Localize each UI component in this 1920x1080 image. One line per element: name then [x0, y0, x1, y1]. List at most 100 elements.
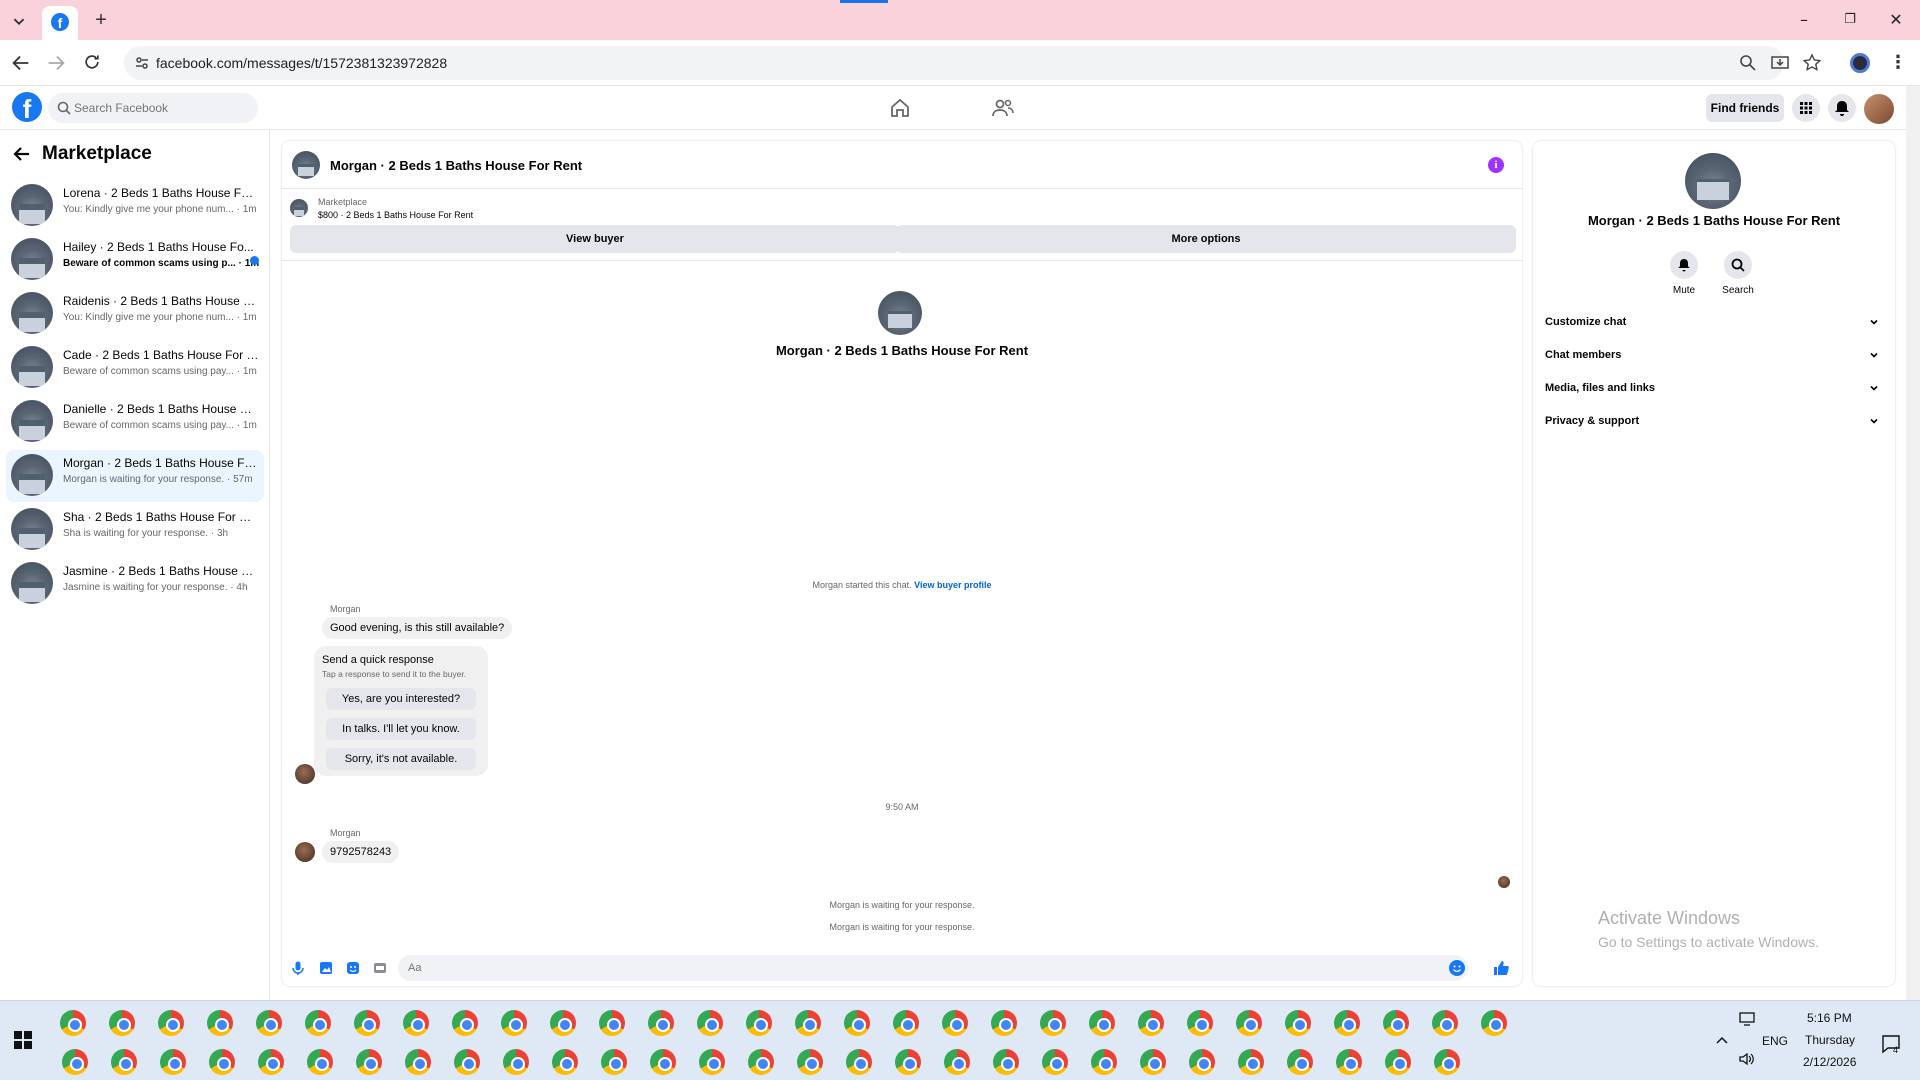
taskbar-app-icon[interactable] — [258, 1049, 284, 1075]
microphone-icon[interactable] — [290, 960, 306, 976]
taskbar-app-icon[interactable] — [1187, 1010, 1213, 1036]
taskbar-app-icon[interactable] — [160, 1049, 186, 1075]
notification-center-icon[interactable] — [1880, 1033, 1902, 1055]
quick-reply-in-talks-button[interactable]: In talks. I'll let you know. — [326, 718, 476, 740]
taskbar-app-icon[interactable] — [697, 1010, 723, 1036]
taskbar-app-icon[interactable] — [405, 1049, 431, 1075]
taskbar-app-icon[interactable] — [944, 1049, 970, 1075]
taskbar-app-icon[interactable] — [1383, 1010, 1409, 1036]
search-action[interactable]: Search — [1718, 251, 1758, 296]
taskbar-app-icon[interactable] — [1287, 1049, 1313, 1075]
info-icon[interactable]: i — [1488, 157, 1504, 173]
back-arrow-icon[interactable] — [12, 144, 32, 164]
address-bar[interactable]: facebook.com/messages/t/1572381323972828 — [124, 46, 1822, 80]
taskbar-app-icon[interactable] — [503, 1049, 529, 1075]
conversation-item[interactable]: Raidenis · 2 Beds 1 Baths House Fo... You… — [6, 288, 264, 340]
account-avatar[interactable] — [1864, 94, 1894, 124]
bookmark-star-icon[interactable] — [1802, 53, 1822, 73]
conversation-item[interactable]: Cade · 2 Beds 1 Baths House For R... Bewa… — [6, 342, 264, 394]
quick-reply-not-available-button[interactable]: Sorry, it's not available. — [326, 748, 476, 770]
taskbar-app-icon[interactable] — [550, 1010, 576, 1036]
taskbar-app-icon[interactable] — [1040, 1010, 1066, 1036]
restore-button[interactable]: ❐ — [1836, 8, 1864, 32]
taskbar-app-icon[interactable] — [746, 1010, 772, 1036]
taskbar-app-icon[interactable] — [454, 1049, 480, 1075]
volume-icon[interactable] — [1738, 1051, 1756, 1067]
bell-icon[interactable] — [1670, 251, 1698, 279]
browser-menu-icon[interactable]: ⋮ — [1888, 52, 1908, 74]
taskbar-app-icon[interactable] — [256, 1010, 282, 1036]
taskbar-app-icon[interactable] — [795, 1010, 821, 1036]
conversation-item[interactable]: Hailey · 2 Beds 1 Baths House Fo... Bewar… — [6, 234, 264, 286]
more-options-button[interactable]: More options — [896, 225, 1516, 253]
taskbar-app-icon[interactable] — [1285, 1010, 1311, 1036]
taskbar-app-icon[interactable] — [1140, 1049, 1166, 1075]
taskbar-app-icon[interactable] — [648, 1010, 674, 1036]
sticker-icon[interactable] — [345, 960, 361, 976]
language-indicator[interactable]: ENG — [1762, 1034, 1788, 1048]
taskbar-app-icon[interactable] — [650, 1049, 676, 1075]
chat-members-section[interactable]: Chat members — [1545, 342, 1885, 368]
reload-button[interactable] — [82, 52, 104, 74]
taskbar-app-icon[interactable] — [1138, 1010, 1164, 1036]
taskbar-app-icon[interactable] — [1089, 1010, 1115, 1036]
intro-avatar[interactable] — [878, 291, 922, 335]
show-hidden-icons-chevron-icon[interactable] — [1714, 1033, 1730, 1049]
clock-day[interactable]: Thursday — [1805, 1033, 1855, 1047]
message-bubble[interactable]: 9792578243 — [322, 841, 400, 863]
friends-icon[interactable] — [991, 96, 1015, 120]
view-buyer-profile-link[interactable]: View buyer profile — [914, 580, 991, 590]
taskbar-app-icon[interactable] — [1336, 1049, 1362, 1075]
clock-time[interactable]: 5:16 PM — [1807, 1011, 1852, 1025]
taskbar-app-icon[interactable] — [699, 1049, 725, 1075]
notifications-bell-icon[interactable] — [1828, 94, 1856, 122]
conversation-item[interactable]: Danielle · 2 Beds 1 Baths House Fo... Bew… — [6, 396, 264, 448]
customize-chat-section[interactable]: Customize chat — [1545, 309, 1885, 335]
conversation-item[interactable]: Morgan · 2 Beds 1 Baths House Fo... Morga… — [6, 450, 264, 502]
taskbar-app-icon[interactable] — [895, 1049, 921, 1075]
browser-tab-facebook[interactable]: f — [42, 6, 78, 40]
view-buyer-button[interactable]: View buyer — [290, 225, 900, 253]
taskbar-app-icon[interactable] — [501, 1010, 527, 1036]
media-files-links-section[interactable]: Media, files and links — [1545, 375, 1885, 401]
taskbar-app-icon[interactable] — [601, 1049, 627, 1075]
new-tab-button[interactable]: + — [90, 9, 112, 31]
sender-avatar[interactable] — [295, 764, 315, 784]
taskbar-app-icon[interactable] — [599, 1010, 625, 1036]
clock-date[interactable]: 2/12/2026 — [1803, 1055, 1856, 1069]
search-input[interactable] — [74, 97, 250, 119]
message-bubble[interactable]: Good evening, is this still available? — [322, 617, 513, 639]
taskbar-app-icon[interactable] — [307, 1049, 333, 1075]
taskbar-app-icon[interactable] — [60, 1010, 86, 1036]
conversation-item[interactable]: Sha · 2 Beds 1 Baths House For Rent Sha i… — [6, 504, 264, 556]
find-friends-button[interactable]: Find friends — [1706, 94, 1784, 122]
taskbar-app-icon[interactable] — [1236, 1010, 1262, 1036]
taskbar-app-icon[interactable] — [109, 1010, 135, 1036]
tab-search-chevron-icon[interactable] — [8, 10, 30, 32]
browser-profile-avatar[interactable] — [1850, 53, 1870, 73]
taskbar-app-icon[interactable] — [844, 1010, 870, 1036]
taskbar-app-icon[interactable] — [209, 1049, 235, 1075]
facebook-search[interactable] — [48, 93, 258, 123]
forward-button[interactable] — [45, 52, 67, 74]
back-button[interactable] — [10, 52, 32, 74]
taskbar-app-icon[interactable] — [1334, 1010, 1360, 1036]
taskbar-app-icon[interactable] — [111, 1049, 137, 1075]
zoom-icon[interactable] — [1738, 53, 1758, 73]
taskbar-app-icon[interactable] — [354, 1010, 380, 1036]
search-icon[interactable] — [1724, 251, 1752, 279]
sender-avatar[interactable] — [295, 842, 315, 862]
taskbar-app-icon[interactable] — [797, 1049, 823, 1075]
taskbar-app-icon[interactable] — [158, 1010, 184, 1036]
message-input-box[interactable] — [398, 955, 1468, 981]
photo-icon[interactable] — [318, 960, 334, 976]
close-window-button[interactable]: ✕ — [1882, 8, 1910, 32]
quick-reply-yes-button[interactable]: Yes, are you interested? — [326, 688, 476, 710]
chat-header-avatar[interactable] — [292, 151, 320, 179]
taskbar-app-icon[interactable] — [1189, 1049, 1215, 1075]
taskbar-app-icon[interactable] — [893, 1010, 919, 1036]
taskbar-app-icon[interactable] — [1432, 1010, 1458, 1036]
taskbar-app-icon[interactable] — [207, 1010, 233, 1036]
home-icon[interactable] — [888, 96, 912, 120]
taskbar-app-icon[interactable] — [993, 1049, 1019, 1075]
